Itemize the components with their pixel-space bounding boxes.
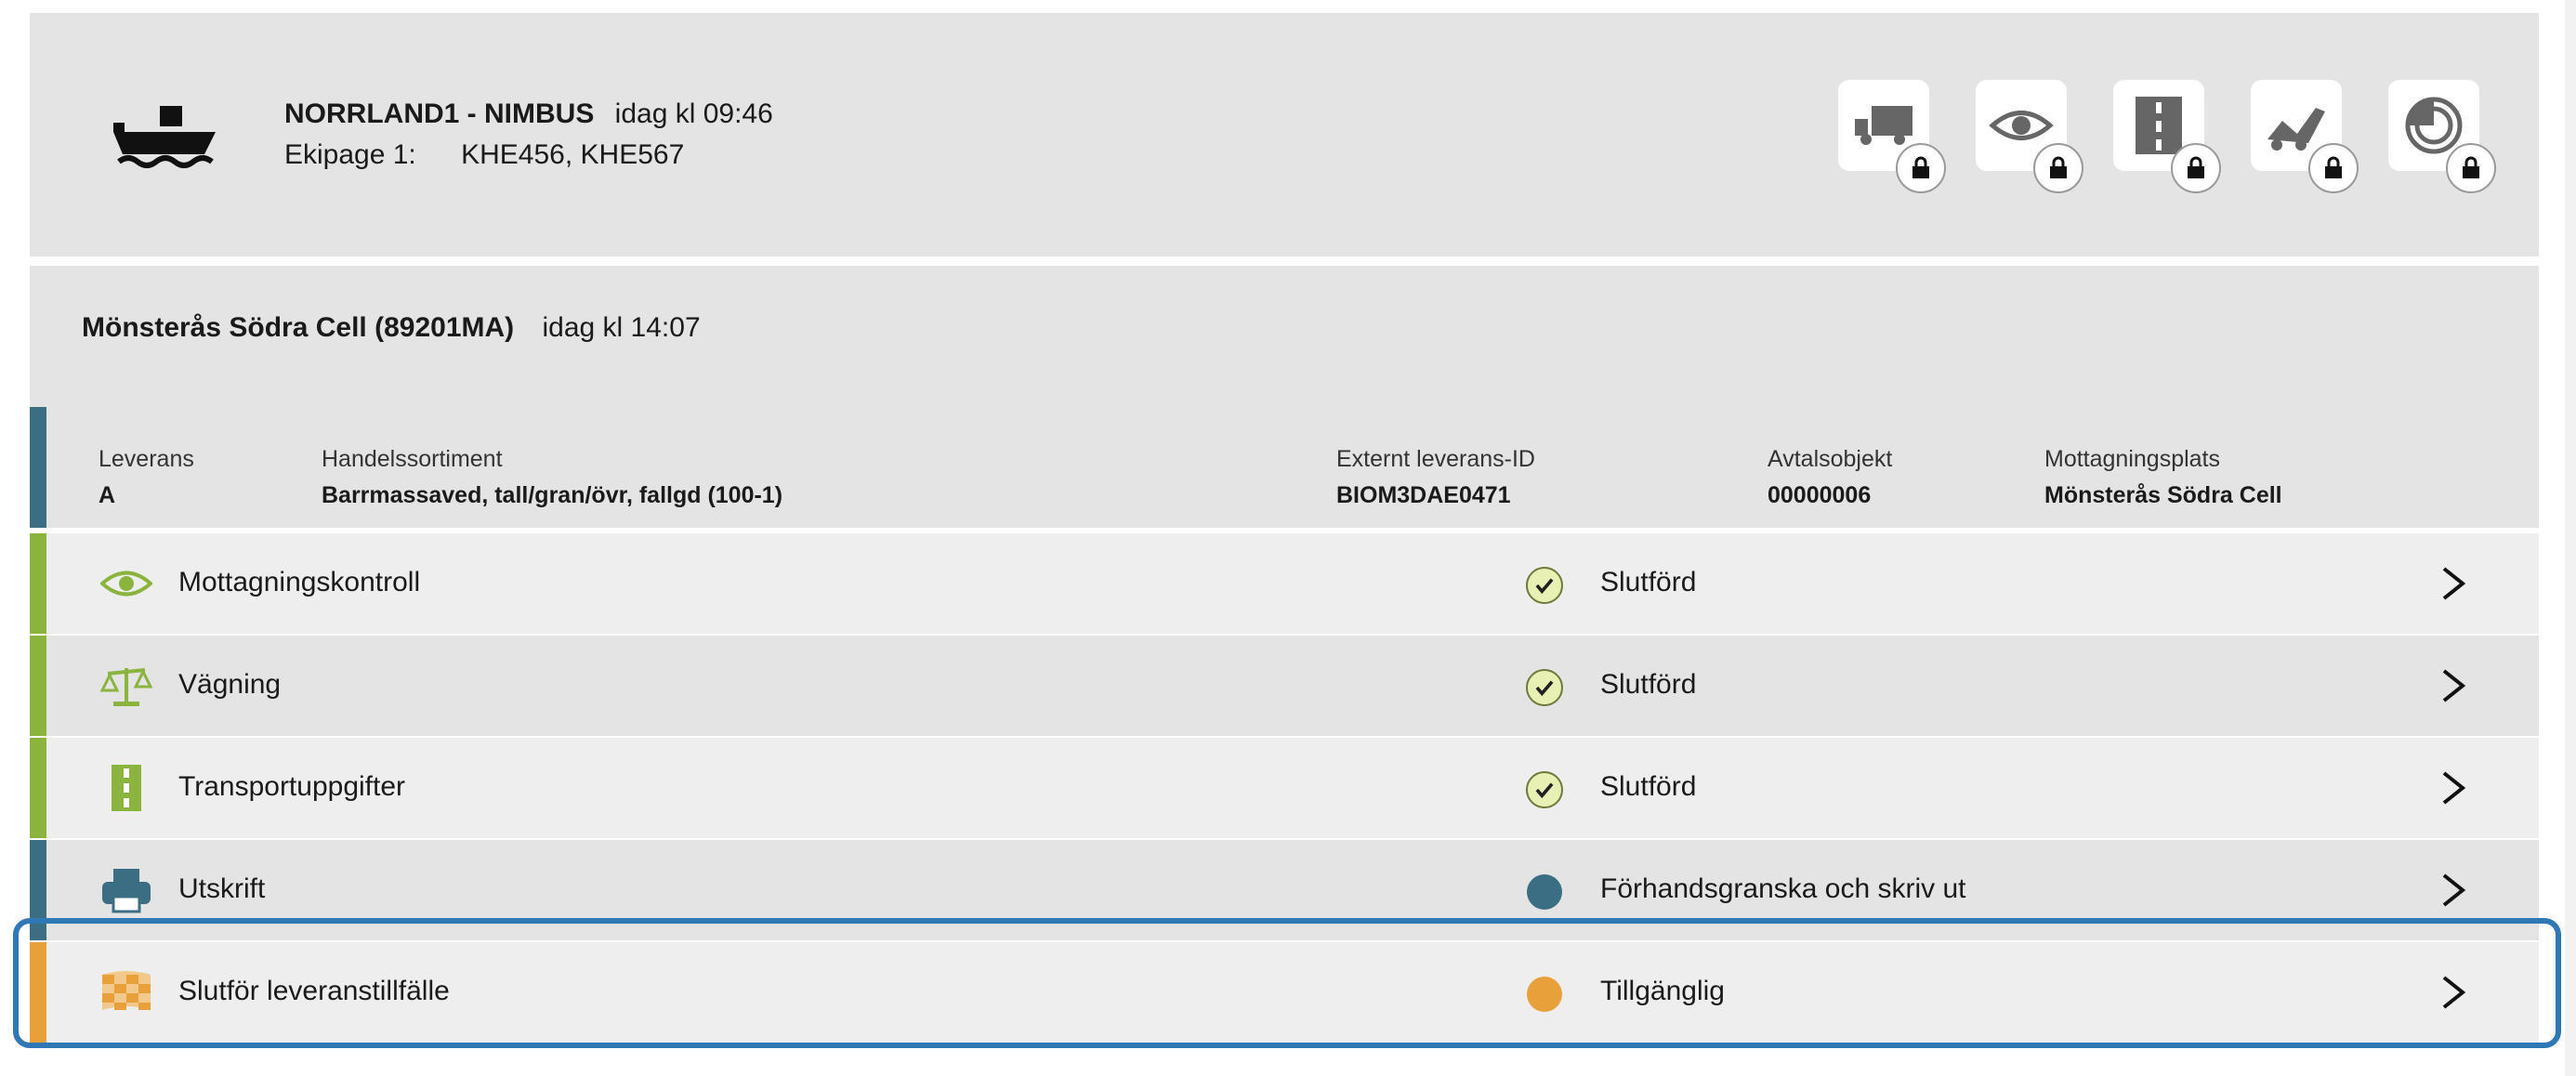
col-externt-id: Externt leverans-ID BIOM3DAE0471	[1336, 446, 1535, 508]
row-vagning[interactable]: Vägning Slutförd	[30, 636, 2539, 736]
row-status: Slutförd	[1600, 669, 1697, 700]
lock-icon	[2033, 143, 2083, 193]
status-dot-orange	[1527, 977, 1562, 1012]
col-handelssortiment: Handelssortiment Barrmassaved, tall/gran…	[322, 446, 783, 508]
road-icon	[112, 765, 141, 811]
col-avtalsobjekt: Avtalsobjekt 00000006	[1768, 446, 1893, 508]
row-status: Tillgänglig	[1600, 976, 1725, 1006]
vessel-header: NORRLAND1 - NIMBUS idag kl 09:46 Ekipage…	[30, 13, 2539, 256]
row-status: Slutförd	[1600, 771, 1697, 802]
chevron-right-icon[interactable]	[2435, 663, 2472, 708]
checkered-flag-icon	[102, 971, 151, 1010]
col-mottagningsplats: Mottagningsplats Mönsterås Södra Cell	[2044, 446, 2282, 508]
status-dot-blue	[1527, 874, 1562, 910]
status-icon-bar	[1838, 80, 2496, 193]
measure-status-button[interactable]	[2388, 80, 2496, 193]
row-label: Utskrift	[178, 873, 266, 904]
row-utskrift[interactable]: Utskrift Förhandsgranska och skriv ut	[30, 840, 2539, 940]
row-label: Mottagningskontroll	[178, 567, 421, 597]
row-status: Slutförd	[1600, 567, 1697, 597]
lock-icon	[2446, 143, 2496, 193]
chevron-right-icon[interactable]	[2435, 868, 2472, 912]
road-status-button[interactable]	[2113, 80, 2221, 193]
row-slutfor-leveranstillfalle[interactable]: Slutför leveranstillfälle Tillgänglig	[30, 942, 2539, 1043]
printer-icon	[102, 869, 151, 913]
chevron-right-icon[interactable]	[2435, 970, 2472, 1015]
vessel-name: NORRLAND1 - NIMBUS	[284, 98, 595, 129]
scrollbar-track[interactable]	[2565, 0, 2576, 1076]
row-transportuppgifter[interactable]: Transportuppgifter Slutförd	[30, 738, 2539, 838]
check-icon	[1526, 567, 1563, 604]
eye-status-button[interactable]	[1976, 80, 2083, 193]
vessel-time: idag kl 09:46	[614, 98, 773, 129]
row-mottagningskontroll[interactable]: Mottagningskontroll Slutförd	[30, 533, 2539, 634]
ekipage-label: Ekipage 1:	[284, 139, 416, 170]
location-section: Mönsterås Södra Cell (89201MA) idag kl 1…	[30, 266, 2539, 407]
check-icon	[1526, 771, 1563, 808]
lock-icon	[1896, 143, 1946, 193]
row-label: Slutför leveranstillfälle	[178, 976, 450, 1006]
loader-status-button[interactable]	[2251, 80, 2359, 193]
location-name: Mönsterås Södra Cell (89201MA)	[82, 312, 515, 343]
location-time: idag kl 14:07	[542, 312, 701, 343]
chevron-right-icon[interactable]	[2435, 766, 2472, 810]
row-label: Transportuppgifter	[178, 771, 406, 802]
lock-icon	[2171, 143, 2221, 193]
row-status: Förhandsgranska och skriv ut	[1600, 873, 1966, 904]
chevron-right-icon[interactable]	[2435, 561, 2472, 606]
col-leverans: Leverans A	[99, 446, 194, 508]
scale-icon	[100, 668, 152, 706]
truck-status-button[interactable]	[1838, 80, 1946, 193]
ship-icon	[113, 106, 216, 168]
delivery-info: Leverans A Handelssortiment Barrmassaved…	[30, 407, 2539, 528]
lock-icon	[2308, 143, 2359, 193]
step-list: Mottagningskontroll Slutförd Vägning Slu…	[30, 533, 2539, 1044]
ekipage-plates: KHE456, KHE567	[461, 139, 685, 170]
row-label: Vägning	[178, 669, 282, 700]
check-icon	[1526, 669, 1563, 706]
eye-icon	[100, 571, 152, 597]
